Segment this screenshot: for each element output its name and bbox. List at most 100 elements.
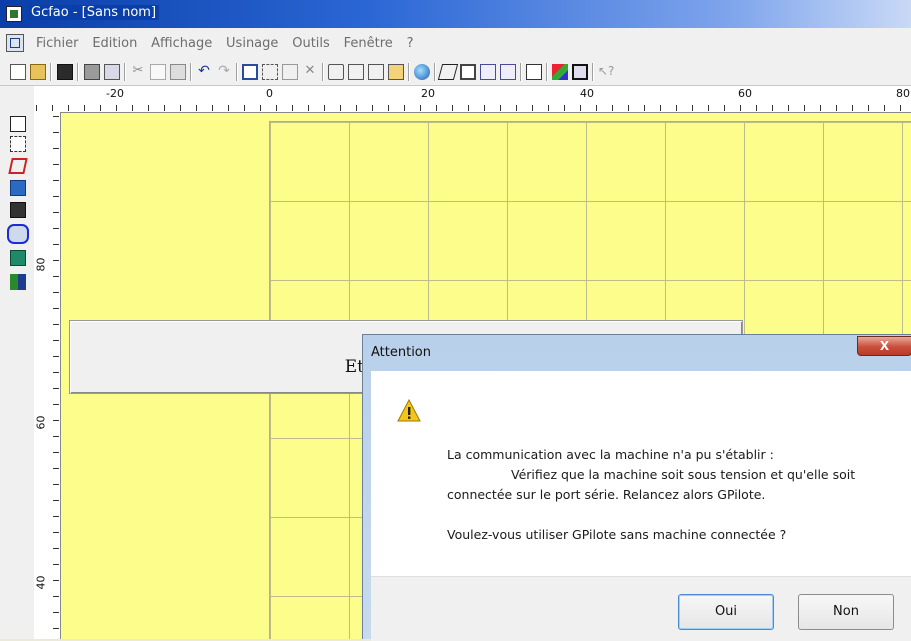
- undo-icon[interactable]: ↶: [196, 64, 212, 80]
- ruler-tick: [53, 196, 59, 197]
- ruler-tick: [53, 372, 59, 373]
- ruler-tick: [228, 105, 229, 111]
- display-tool-icon[interactable]: [10, 180, 26, 196]
- dialog-message: La communication avec la machine n'a pu …: [447, 445, 855, 545]
- ruler-tick: [692, 105, 693, 111]
- ruler-tick: [53, 148, 59, 149]
- zoom-out-icon[interactable]: [348, 64, 364, 80]
- print-icon[interactable]: [84, 64, 100, 80]
- save-tool-icon[interactable]: [10, 202, 26, 218]
- menu-bar: Fichier Edition Affichage Usinage Outils…: [0, 28, 911, 61]
- vertical-ruler: 80 60 40: [34, 112, 61, 639]
- ruler-tick: [356, 105, 357, 111]
- ruler-label: 80: [896, 87, 910, 100]
- ruler-tick: [53, 420, 59, 421]
- ruler-tick: [53, 308, 59, 309]
- help-icon[interactable]: ↖?: [598, 64, 614, 80]
- ruler-tick: [740, 105, 741, 111]
- ruler-tick: [53, 484, 59, 485]
- ruler-tick: [884, 105, 885, 111]
- ruler-tick: [868, 105, 869, 111]
- message-line: Vérifiez que la machine soit sous tensio…: [511, 467, 856, 482]
- ruler-tick: [276, 105, 277, 111]
- menu-fenetre[interactable]: Fenêtre: [344, 36, 393, 51]
- zoom-in-icon[interactable]: [328, 64, 344, 80]
- ruler-tick: [196, 105, 197, 111]
- selection-tool-icon[interactable]: [10, 136, 26, 152]
- menu-outils[interactable]: Outils: [292, 36, 330, 51]
- ruler-tick: [564, 105, 565, 111]
- ruler-tick: [612, 105, 613, 111]
- document-icon[interactable]: [6, 34, 24, 52]
- print-preview-icon[interactable]: [104, 64, 120, 80]
- ruler-tick: [292, 105, 293, 111]
- ruler-tick: [532, 105, 533, 111]
- menu-affichage[interactable]: Affichage: [151, 36, 212, 51]
- yes-button[interactable]: Oui: [678, 594, 774, 630]
- pencil-tool-icon[interactable]: [10, 116, 26, 132]
- ruler-tick: [900, 105, 901, 111]
- ruler-label: 40: [34, 575, 48, 590]
- ruler-label: 20: [421, 87, 435, 100]
- globe-icon[interactable]: [414, 64, 430, 80]
- paste-icon[interactable]: [170, 64, 186, 80]
- zoom-extents-icon[interactable]: [388, 64, 404, 80]
- zoom-icon[interactable]: [262, 64, 278, 80]
- yz-view-icon[interactable]: [500, 64, 516, 80]
- 3d-view-icon[interactable]: [437, 64, 459, 80]
- ruler-tick: [53, 452, 59, 453]
- ruler-label: 80: [34, 257, 48, 272]
- grid-tool-icon[interactable]: [10, 274, 26, 290]
- ruler-label: 60: [738, 87, 752, 100]
- ruler-tick: [180, 105, 181, 111]
- ruler-tick: [420, 105, 421, 111]
- zoom-all-icon[interactable]: [368, 64, 384, 80]
- ruler-tick: [53, 164, 59, 165]
- new-icon[interactable]: [10, 64, 26, 80]
- xz-view-icon[interactable]: [480, 64, 496, 80]
- ruler-tick: [836, 105, 837, 111]
- xy-view-icon[interactable]: [460, 64, 476, 80]
- ruler-tick: [132, 105, 133, 111]
- no-button[interactable]: Non: [798, 594, 894, 630]
- menu-fichier[interactable]: Fichier: [36, 36, 79, 51]
- ruler-tick: [596, 105, 597, 111]
- cut-icon[interactable]: ✂: [130, 64, 146, 80]
- ruler-tick: [53, 436, 59, 437]
- menu-usinage[interactable]: Usinage: [226, 36, 278, 51]
- ruler-tick: [53, 292, 59, 293]
- message-line: La communication avec la machine n'a pu …: [447, 447, 774, 462]
- ruler-tick: [53, 244, 59, 245]
- cao-fao-icon[interactable]: [552, 64, 568, 80]
- close-button[interactable]: X: [857, 336, 911, 356]
- fao-icon[interactable]: [572, 64, 588, 80]
- select-icon[interactable]: [242, 64, 258, 80]
- ruler-tick: [788, 105, 789, 111]
- ruler-tick: [676, 105, 677, 111]
- ruler-tick: [53, 612, 59, 613]
- screen-tool-icon[interactable]: [10, 250, 26, 266]
- ruler-tick: [53, 212, 59, 213]
- zoom-window-icon[interactable]: [282, 64, 298, 80]
- ruler-tick: [53, 340, 59, 341]
- ruler-tick: [388, 105, 389, 111]
- machine-tool-icon[interactable]: [7, 224, 29, 244]
- toolbar: ✂ ↶ ↷ ✕ ↖?: [0, 60, 911, 86]
- open-icon[interactable]: [30, 64, 46, 80]
- menu-edition[interactable]: Edition: [92, 36, 137, 51]
- save-icon[interactable]: [57, 64, 73, 80]
- shape-tool-icon[interactable]: [8, 158, 28, 174]
- window-icon[interactable]: [526, 64, 542, 80]
- ruler-tick: [53, 260, 59, 261]
- redo-icon[interactable]: ↷: [216, 64, 232, 80]
- ruler-tick: [53, 356, 59, 357]
- delete-icon[interactable]: ✕: [302, 64, 318, 80]
- warning-icon: [397, 399, 421, 422]
- ruler-label: 60: [34, 415, 48, 430]
- ruler-label: -20: [106, 87, 124, 100]
- ruler-tick: [36, 105, 37, 111]
- ruler-tick: [516, 105, 517, 111]
- ruler-tick: [660, 105, 661, 111]
- copy-icon[interactable]: [150, 64, 166, 80]
- menu-help[interactable]: ?: [407, 36, 414, 51]
